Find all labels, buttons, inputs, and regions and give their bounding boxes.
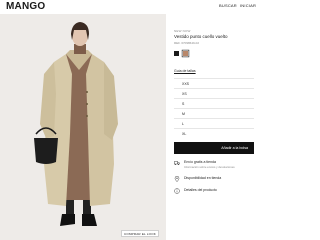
top-header: MANGO BUSCAR INICIAR	[0, 0, 257, 14]
size-label: XS	[182, 92, 187, 96]
product-image[interactable]: COMPRAR EL LOOK	[0, 14, 166, 240]
size-label: XL	[182, 132, 187, 136]
login-link[interactable]: INICIAR	[240, 3, 256, 8]
truck-icon	[174, 161, 180, 165]
product-details-label: Detalles del producto	[184, 188, 217, 192]
location-pin-icon	[174, 176, 180, 182]
add-to-bag-label: Añadir a la bolsa	[221, 146, 248, 150]
search-link[interactable]: BUSCAR	[219, 3, 237, 8]
size-option-m[interactable]: M	[174, 108, 254, 118]
add-to-bag-button[interactable]: Añadir a la bolsa	[174, 142, 254, 154]
size-option-s[interactable]: S	[174, 98, 254, 108]
new-badge: NEW NOW	[174, 29, 191, 33]
size-option-xs[interactable]: XS	[174, 88, 254, 98]
info-icon	[174, 188, 180, 194]
size-guide-link[interactable]: Guía de tallas	[174, 69, 196, 73]
size-label: M	[182, 112, 185, 116]
size-label: S	[182, 102, 185, 106]
size-option-xl[interactable]: XL	[174, 128, 254, 138]
model-illustration	[0, 14, 166, 240]
product-title: Vestido punto cuello vuelto	[174, 34, 228, 39]
size-label: L	[182, 122, 184, 126]
brand-logo[interactable]: MANGO	[6, 1, 45, 12]
shipping-subtitle[interactable]: Información sobre envíos y devoluciones	[184, 165, 235, 169]
size-label: XXS	[182, 82, 190, 86]
size-option-xxs[interactable]: XXS	[174, 78, 254, 88]
shop-the-look-button[interactable]: COMPRAR EL LOOK	[121, 230, 159, 237]
color-swatch-camel[interactable]	[183, 51, 188, 56]
size-option-l[interactable]: L	[174, 118, 254, 128]
shipping-title: Envío gratis a tienda	[184, 160, 216, 164]
store-availability-label: Disponibilidad en tienda	[184, 176, 222, 180]
color-swatch-black[interactable]	[174, 51, 179, 56]
product-reference: REF. 67098649-02	[174, 41, 200, 45]
